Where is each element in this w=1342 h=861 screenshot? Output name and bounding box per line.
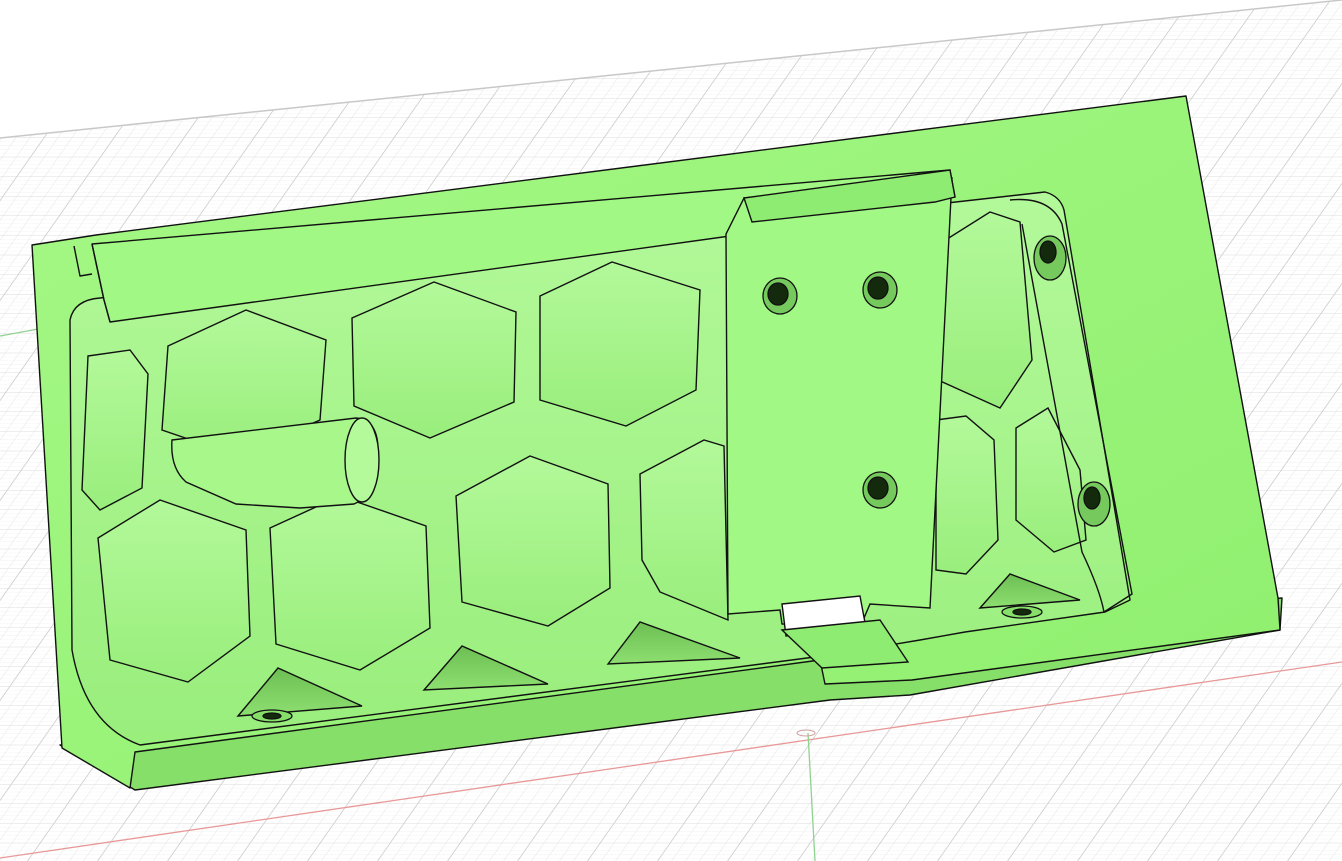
hex-pocket-9 xyxy=(935,211,1033,409)
counterbore-hole-2-bore xyxy=(1083,486,1101,510)
center-plate-face xyxy=(725,177,953,627)
counterbore-hole-1-bore xyxy=(1039,240,1057,264)
countersunk-hole-1-bore xyxy=(262,712,282,720)
through-hole-1-bore xyxy=(767,282,789,306)
countersunk-hole-2-bore xyxy=(1012,608,1032,616)
peg-end-cap xyxy=(344,417,380,503)
hex-pocket-10 xyxy=(935,415,999,575)
3d-viewport[interactable] xyxy=(0,0,1342,861)
center-mount-plate xyxy=(725,169,956,669)
through-hole-2-bore xyxy=(867,276,889,300)
hex-pocket-1 xyxy=(81,349,149,511)
through-hole-3-bore xyxy=(867,476,889,500)
